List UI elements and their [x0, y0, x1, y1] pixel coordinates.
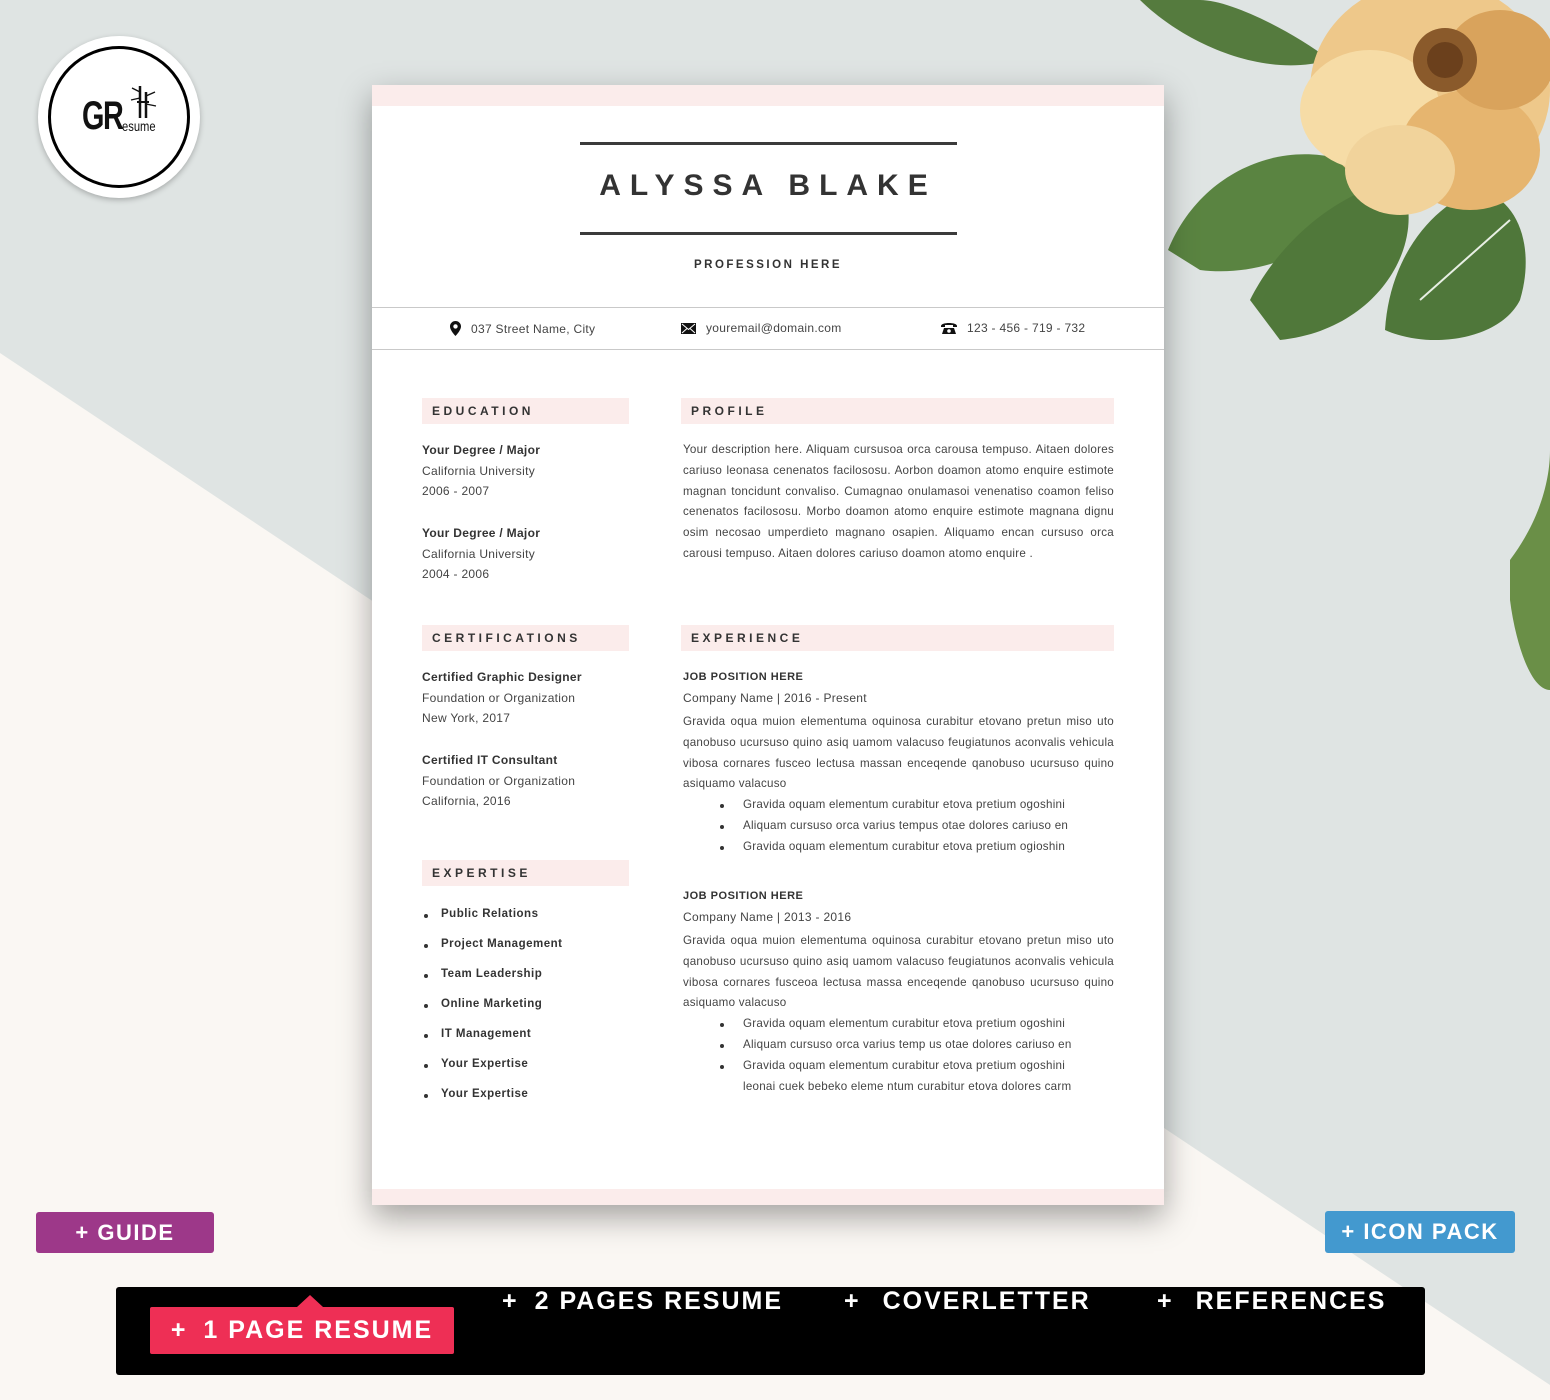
- profile-text: Your description here. Aliquam cursusoa …: [683, 443, 1114, 560]
- education-entry: Your Degree / Major California Universit…: [422, 523, 540, 585]
- location-pin-icon: [450, 321, 461, 336]
- tab-label: REFERENCES: [1195, 1287, 1387, 1315]
- plus-icon: +: [170, 1316, 188, 1344]
- education-degree: Your Degree / Major: [422, 443, 541, 457]
- job-bullet-continuation: leonai cuek bebeko eleme ntum curabitur …: [743, 1079, 1072, 1093]
- job-title: JOB POSITION HERE: [683, 671, 804, 683]
- tab-label: 2 PAGES RESUME: [534, 1287, 784, 1315]
- logo-text: GR: [82, 94, 124, 138]
- product-tab-bar: +1 PAGE RESUME +2 PAGES RESUME + COVERLET…: [116, 1287, 1425, 1375]
- education-years: 2006 - 2007: [422, 484, 490, 499]
- experience-heading: EXPERIENCE: [681, 625, 1114, 651]
- job-description: Gravida oqua muion elementuma oquinosa c…: [683, 715, 1114, 791]
- job-bullet: Gravida oquam elementum curabitur etova …: [683, 795, 1114, 816]
- job-bullet: Gravida oquam elementum curabitur etova …: [683, 1056, 1114, 1077]
- plus-icon: +: [844, 1287, 861, 1315]
- contact-address: 037 Street Name, City: [450, 321, 595, 336]
- name-rule-bottom: [580, 232, 957, 235]
- profile-heading: PROFILE: [681, 398, 1114, 424]
- education-school: California University: [422, 463, 535, 478]
- address-text: 037 Street Name, City: [471, 321, 596, 336]
- phone-text: 123 - 456 - 719 - 732: [967, 321, 1086, 335]
- certification-org: Foundation or Organization: [422, 690, 576, 705]
- certification-title: Certified Graphic Designer: [422, 670, 582, 684]
- expertise-section: Public Relations Project Management Team…: [422, 908, 629, 1118]
- email-text: youremail@domain.com: [706, 321, 842, 335]
- icon-pack-badge[interactable]: + ICON PACK: [1325, 1211, 1515, 1253]
- expertise-item: Public Relations: [422, 908, 629, 938]
- logo-subtext: esume: [122, 118, 156, 134]
- envelope-icon: [681, 322, 696, 334]
- brand-logo: GR esume: [38, 36, 200, 198]
- tab-1-page-resume[interactable]: +1 PAGE RESUME: [150, 1295, 454, 1354]
- education-entry: Your Degree / Major California Universit…: [422, 440, 540, 502]
- certification-place: California, 2016: [422, 794, 511, 809]
- experience-job-1: JOB POSITION HERE Company Name | 2016 - …: [683, 671, 1114, 858]
- expertise-item: Project Management: [422, 938, 629, 968]
- expertise-item: Your Expertise: [422, 1088, 629, 1118]
- job-description: Gravida oqua muion elementuma oquinosa c…: [683, 934, 1114, 1010]
- contact-phone: 123 - 456 - 719 - 732: [941, 321, 1085, 335]
- bamboo-icon: [130, 86, 157, 118]
- job-bullet: Aliquam cursuso orca varius temp us otae…: [683, 1035, 1114, 1056]
- plus-icon: +: [1157, 1287, 1174, 1315]
- resume-profession: PROFESSION HERE: [693, 259, 843, 271]
- expertise-item: Online Marketing: [422, 998, 629, 1028]
- job-company: Company Name | 2016 - Present: [683, 691, 867, 705]
- job-company: Company Name | 2013 - 2016: [683, 910, 852, 924]
- job-bullets: Gravida oquam elementum curabitur etova …: [683, 1014, 1114, 1097]
- top-accent-band: [372, 85, 1164, 106]
- name-rule-top: [580, 142, 957, 145]
- certifications-heading: CERTIFICATIONS: [422, 625, 629, 651]
- bottom-accent-band: [372, 1189, 1164, 1205]
- certification-entry: Certified Graphic Designer Foundation or…: [422, 667, 582, 729]
- education-degree: Your Degree / Major: [422, 526, 541, 540]
- guide-badge[interactable]: + GUIDE: [36, 1212, 214, 1253]
- certification-place: New York, 2017: [422, 711, 511, 726]
- tab-label: 1 PAGE RESUME: [203, 1316, 434, 1344]
- tab-coverletter[interactable]: + COVERLETTER: [844, 1287, 1091, 1375]
- tab-2-pages-resume[interactable]: +2 PAGES RESUME: [502, 1287, 783, 1375]
- certification-title: Certified IT Consultant: [422, 753, 558, 767]
- tab-label: COVERLETTER: [882, 1287, 1091, 1315]
- certification-org: Foundation or Organization: [422, 773, 576, 788]
- expertise-heading: EXPERTISE: [422, 860, 629, 886]
- education-school: California University: [422, 546, 535, 561]
- experience-job-2: JOB POSITION HERE Company Name | 2013 - …: [683, 890, 1114, 1097]
- plus-icon: +: [502, 1287, 519, 1315]
- contact-bar: 037 Street Name, City youremail@domain.c…: [372, 307, 1164, 350]
- job-bullet: Gravida oquam elementum curabitur etova …: [683, 1014, 1114, 1035]
- expertise-list: Public Relations Project Management Team…: [422, 908, 629, 1118]
- education-heading: EDUCATION: [422, 398, 629, 424]
- job-bullets: Gravida oquam elementum curabitur etova …: [683, 795, 1114, 857]
- job-title: JOB POSITION HERE: [683, 890, 804, 902]
- resume-page: ALYSSA BLAKE PROFESSION HERE 037 Street …: [372, 85, 1164, 1205]
- job-bullet: Gravida oquam elementum curabitur etova …: [683, 837, 1114, 858]
- expertise-item: Team Leadership: [422, 968, 629, 998]
- telephone-icon: [941, 323, 957, 334]
- resume-name: ALYSSA BLAKE: [599, 169, 937, 202]
- profile-section: Your description here. Aliquam cursusoa …: [683, 440, 1114, 565]
- expertise-item: Your Expertise: [422, 1058, 629, 1088]
- expertise-item: IT Management: [422, 1028, 629, 1058]
- job-bullet: Aliquam cursuso orca varius tempus otae …: [683, 816, 1114, 837]
- contact-email: youremail@domain.com: [681, 321, 842, 335]
- tab-references[interactable]: + REFERENCES: [1157, 1287, 1386, 1375]
- education-years: 2004 - 2006: [422, 567, 490, 582]
- flower-illustration: [1140, 0, 1550, 690]
- certification-entry: Certified IT Consultant Foundation or Or…: [422, 750, 575, 812]
